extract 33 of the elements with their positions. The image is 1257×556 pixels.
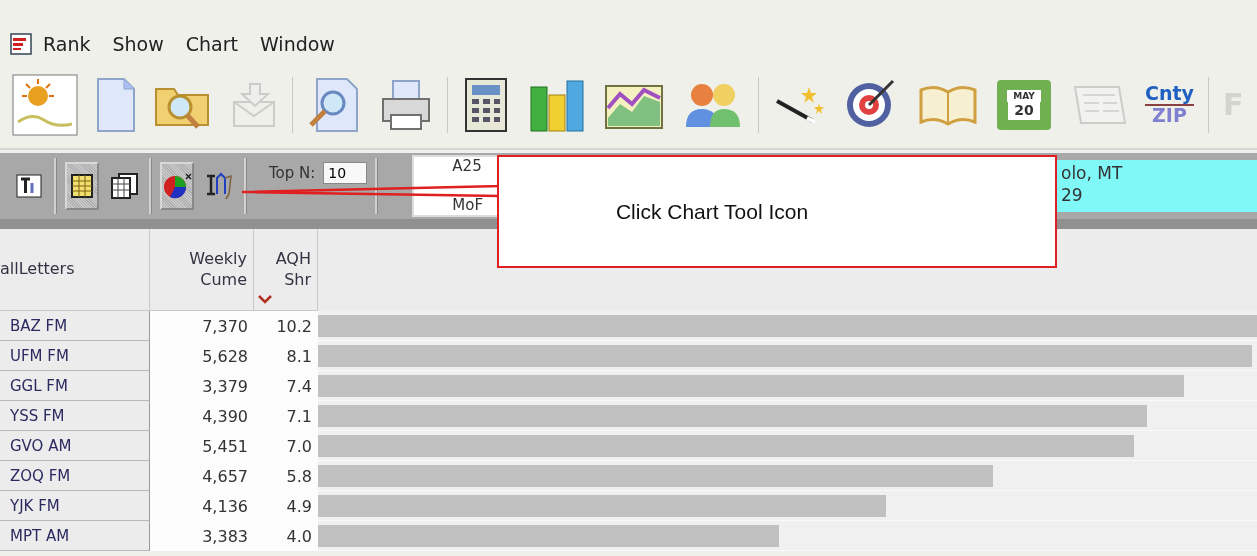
- menu-item[interactable]: Show: [101, 33, 175, 55]
- demo-text: A25: [452, 157, 483, 176]
- calculator-icon[interactable]: [462, 77, 510, 133]
- market-text: 29: [1061, 184, 1084, 206]
- call-letters-cell: ZOQ FM: [0, 461, 150, 491]
- bar-chart-icon[interactable]: [528, 77, 586, 133]
- grid-icon[interactable]: [69, 173, 95, 199]
- top-n-label: Top N:: [269, 164, 316, 182]
- callout-text: Click Chart Tool Icon: [615, 199, 809, 224]
- column-header[interactable]: allLetters: [0, 259, 75, 280]
- print-preview-icon[interactable]: [307, 77, 361, 133]
- county-zip-button[interactable]: Cnty ZIP: [1145, 84, 1194, 126]
- stacked-grids-icon[interactable]: [110, 173, 138, 199]
- chart-tool-icon[interactable]: [205, 172, 233, 200]
- menu-item[interactable]: Chart: [174, 33, 249, 55]
- call-letters-cell: GGL FM: [0, 371, 150, 401]
- app-menu-icon[interactable]: [10, 33, 32, 55]
- menu-item[interactable]: Window: [249, 33, 346, 55]
- printer-icon[interactable]: [379, 79, 433, 131]
- call-letters-cell: MPT AM: [0, 521, 150, 551]
- market-text: olo, MT: [1061, 162, 1124, 184]
- magic-wand-icon[interactable]: [773, 85, 825, 125]
- demo-text: MoF: [452, 196, 485, 215]
- call-letters-cell: YSS FM: [0, 401, 150, 431]
- call-letters-cell: GVO AM: [0, 431, 150, 461]
- call-letters-cell: YJK FM: [0, 491, 150, 521]
- pie-chart-icon[interactable]: [162, 172, 192, 200]
- text-wrench-icon[interactable]: [16, 173, 42, 199]
- top-n-field[interactable]: 10: [323, 162, 368, 184]
- call-letters-cell: UFM FM: [0, 341, 150, 371]
- calendar-icon[interactable]: MAY 20: [997, 80, 1051, 130]
- menu-item[interactable]: Rank: [32, 33, 102, 55]
- call-letters-cell: BAZ FM: [0, 311, 150, 341]
